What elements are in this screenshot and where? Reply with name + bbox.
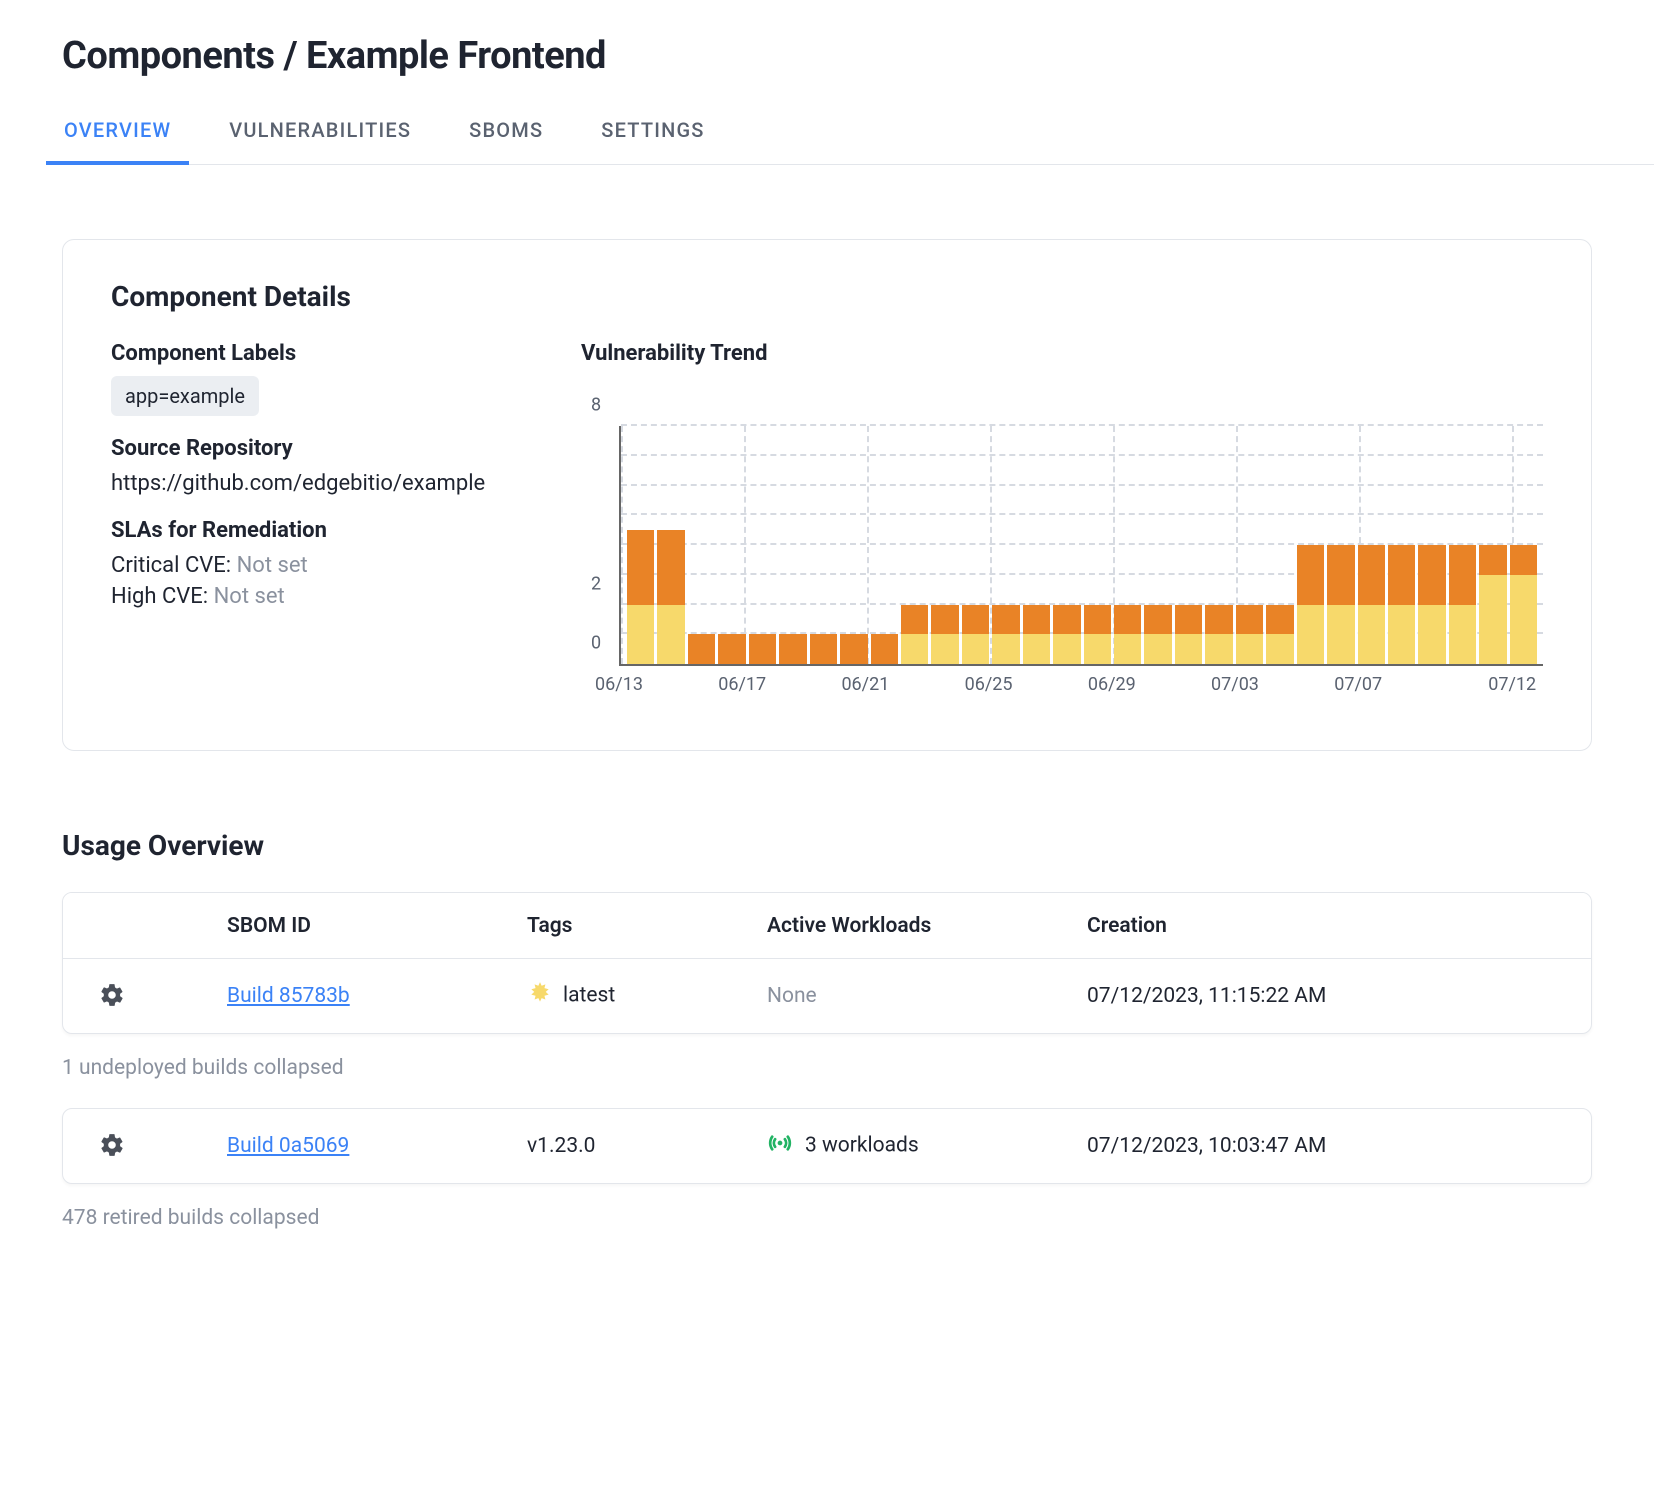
chart-bar [1144,426,1171,664]
chart-bar [1510,426,1537,664]
chart-bar [1418,426,1445,664]
chart-bar [1114,426,1141,664]
chart-x-tick: 06/13 [595,674,643,695]
chart-bar [1205,426,1232,664]
chart-bar [962,426,989,664]
chart-bar [627,426,654,664]
sla-critical-value: Not set [237,553,308,578]
workloads-label: 3 workloads [805,1134,919,1158]
table-row: Build 85783b latest None 07/12/2023, 11:15:… [63,959,1591,1033]
usage-table-2: Build 0a5069 v1.23.0 3 workloads 07/12/2023… [62,1108,1592,1184]
chart-x-tick: 06/29 [1088,674,1136,695]
repo-url: https://github.com/edgebitio/example [111,471,551,496]
chart-bar [871,426,898,664]
chart-bar [779,426,806,664]
build-link[interactable]: Build 85783b [227,984,350,1008]
tab-vulnerabilities[interactable]: VULNERABILITIES [227,108,413,164]
component-details-heading: Component Details [111,280,1543,313]
sla-high-label: High CVE: [111,584,208,609]
chart-y-tick: 0 [591,633,601,654]
chart-x-tick: 06/17 [718,674,766,695]
labels-heading: Component Labels [111,341,551,366]
collapsed-note-1[interactable]: 1 undeployed builds collapsed [62,1056,1592,1080]
label-chip: app=example [111,376,259,416]
chart-y-tick: 2 [591,573,601,594]
chart-bar [657,426,684,664]
latest-icon [527,980,553,1012]
chart-bar [688,426,715,664]
collapsed-note-2[interactable]: 478 retired builds collapsed [62,1206,1592,1230]
chart-bar [718,426,745,664]
chart-bar [1358,426,1385,664]
workloads-label: None [767,984,817,1008]
table-row: Build 0a5069 v1.23.0 3 workloads 07/12/2023… [63,1109,1591,1183]
chart-x-tick: 07/07 [1334,674,1382,695]
chart-x-tick: 06/21 [841,674,889,695]
chart-x-tick: 06/25 [965,674,1013,695]
chart-bar [992,426,1019,664]
chart-bar [1175,426,1202,664]
broadcast-icon [767,1130,793,1162]
tab-sboms[interactable]: SBOMS [467,108,545,164]
usage-overview-heading: Usage Overview [62,829,1592,862]
chart-bar [901,426,928,664]
table-header: SBOM ID Tags Active Workloads Creation [63,893,1591,959]
chart-y-tick: 8 [591,395,601,416]
chart-bar [1236,426,1263,664]
sla-high-value: Not set [214,584,285,609]
col-sbom-id: SBOM ID [227,914,527,938]
chart-bar [1053,426,1080,664]
chart-bar [1449,426,1476,664]
tab-settings[interactable]: SETTINGS [599,108,706,164]
chart-bar [1297,426,1324,664]
chart-bar [1388,426,1415,664]
tabs: OVERVIEW VULNERABILITIES SBOMS SETTINGS [62,108,1654,165]
chart-bar [840,426,867,664]
sla-critical-label: Critical CVE: [111,553,231,578]
col-creation: Creation [1087,914,1577,938]
col-workloads: Active Workloads [767,914,1087,938]
vuln-trend-heading: Vulnerability Trend [581,341,1543,366]
tag-label: v1.23.0 [527,1134,595,1158]
chart-bar [1023,426,1050,664]
component-details-card: Component Details Component Labels app=e… [62,239,1592,751]
chart-bar [810,426,837,664]
chart-bar [749,426,776,664]
chart-x-tick: 07/03 [1211,674,1259,695]
tab-overview[interactable]: OVERVIEW [62,108,173,164]
chart-bar [1266,426,1293,664]
creation-time: 07/12/2023, 11:15:22 AM [1087,984,1577,1008]
chart-bar [1479,426,1506,664]
chart-bar [1327,426,1354,664]
build-link[interactable]: Build 0a5069 [227,1134,349,1158]
col-tags: Tags [527,914,767,938]
gear-icon[interactable] [97,980,127,1010]
usage-table-1: SBOM ID Tags Active Workloads Creation B… [62,892,1592,1034]
gear-icon[interactable] [97,1130,127,1160]
page-title: Components / Example Frontend [62,34,1592,78]
chart-bar [931,426,958,664]
creation-time: 07/12/2023, 10:03:47 AM [1087,1134,1577,1158]
chart-x-tick: 07/12 [1488,674,1536,695]
repo-heading: Source Repository [111,436,551,461]
vuln-trend-chart: 028 06/1306/1706/2106/2506/2907/0307/070… [581,426,1543,702]
tag-label: latest [563,984,615,1008]
chart-bar [1084,426,1111,664]
sla-heading: SLAs for Remediation [111,518,551,543]
